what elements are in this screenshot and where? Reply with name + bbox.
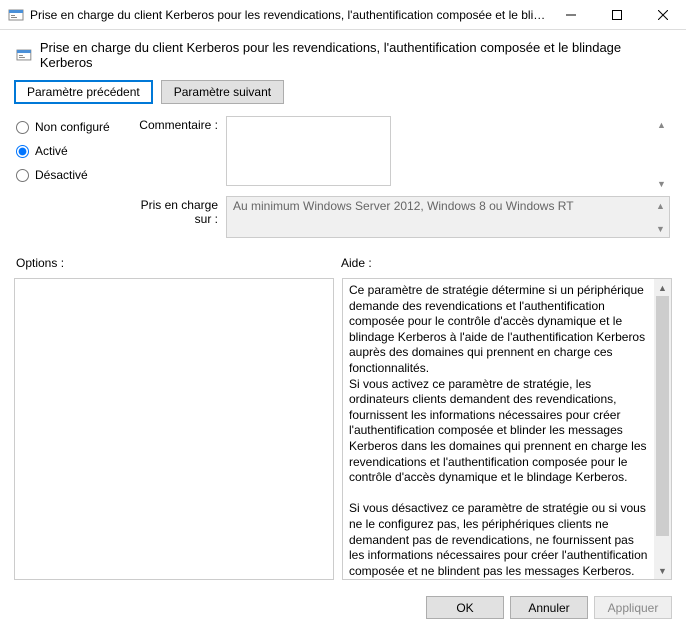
- scroll-down-icon: ▼: [653, 221, 668, 236]
- previous-setting-button[interactable]: Paramètre précédent: [14, 80, 153, 104]
- options-label: Options :: [16, 256, 341, 270]
- comment-label: Commentaire :: [126, 116, 226, 192]
- policy-icon: [16, 47, 32, 63]
- radio-enabled[interactable]: Activé: [16, 144, 126, 158]
- help-text: Ce paramètre de stratégie détermine si u…: [343, 279, 654, 579]
- comment-field[interactable]: [226, 116, 391, 186]
- header-row: Prise en charge du client Kerberos pour …: [0, 30, 686, 74]
- supported-label: Pris en charge sur :: [126, 196, 226, 238]
- cancel-button[interactable]: Annuler: [510, 596, 588, 619]
- ok-button[interactable]: OK: [426, 596, 504, 619]
- help-label: Aide :: [341, 256, 372, 270]
- scroll-down-icon[interactable]: ▼: [654, 176, 669, 191]
- radio-label: Désactivé: [35, 168, 88, 182]
- scroll-track[interactable]: [654, 296, 671, 562]
- state-radio-group: Non configuré Activé Désactivé: [16, 116, 126, 192]
- help-panel: Ce paramètre de stratégie détermine si u…: [342, 278, 672, 580]
- scroll-up-icon: ▲: [653, 198, 668, 213]
- radio-label: Activé: [35, 144, 68, 158]
- radio-disabled[interactable]: Désactivé: [16, 168, 126, 182]
- minimize-button[interactable]: [548, 0, 594, 30]
- apply-button: Appliquer: [594, 596, 672, 619]
- scroll-thumb[interactable]: [656, 296, 669, 536]
- supported-on-text: Au minimum Windows Server 2012, Windows …: [233, 199, 574, 213]
- policy-icon: [8, 7, 24, 23]
- window-title: Prise en charge du client Kerberos pour …: [30, 8, 548, 22]
- policy-title: Prise en charge du client Kerberos pour …: [40, 40, 670, 70]
- close-button[interactable]: [640, 0, 686, 30]
- scrollbar[interactable]: ▲ ▼: [654, 279, 671, 579]
- scroll-down-icon[interactable]: ▼: [654, 562, 671, 579]
- radio-label: Non configuré: [35, 120, 110, 134]
- titlebar: Prise en charge du client Kerberos pour …: [0, 0, 686, 30]
- next-setting-button[interactable]: Paramètre suivant: [161, 80, 284, 104]
- scroll-up-icon[interactable]: ▲: [654, 279, 671, 296]
- radio-not-configured[interactable]: Non configuré: [16, 120, 126, 134]
- maximize-button[interactable]: [594, 0, 640, 30]
- options-panel: [14, 278, 334, 580]
- scroll-up-icon[interactable]: ▲: [654, 117, 669, 132]
- supported-on-box: Au minimum Windows Server 2012, Windows …: [226, 196, 670, 238]
